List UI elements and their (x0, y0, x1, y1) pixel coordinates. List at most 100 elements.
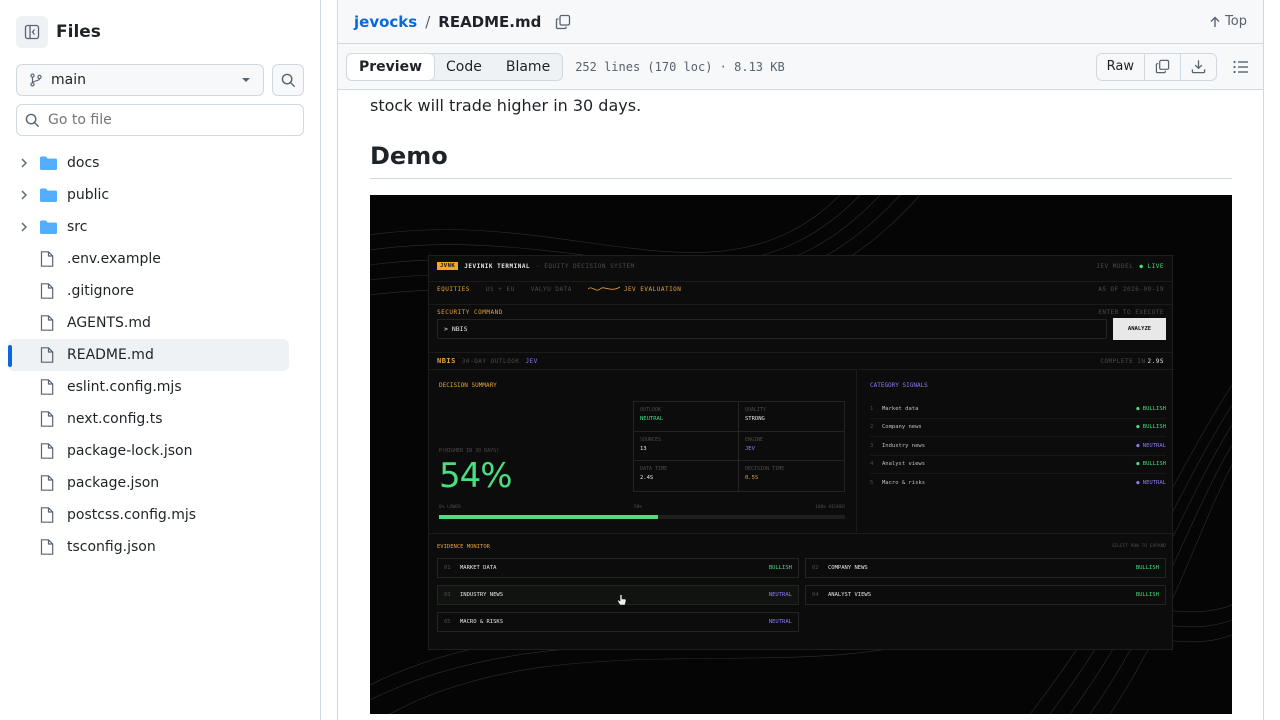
stat-outlook: OUTLOOK NEUTRAL (634, 402, 739, 432)
signal-row[interactable]: 3 Industry news ● NEUTRAL (870, 437, 1166, 456)
tree-item-eslint-config[interactable]: eslint.config.mjs (8, 371, 289, 403)
signal-row[interactable]: 1 Market data ● BULLISH (870, 400, 1166, 419)
tree-item-src[interactable]: src (8, 211, 289, 243)
tree-item-tsconfig[interactable]: tsconfig.json (8, 531, 289, 563)
tree-item-docs[interactable]: docs (8, 147, 289, 179)
tree-item-public[interactable]: public (8, 179, 289, 211)
copy-icon (1155, 59, 1170, 74)
evidence-monitor-panel: EVIDENCE MONITOR SELECT ROW TO EXPAND 01… (429, 533, 1174, 651)
command-input[interactable]: > NBIS (437, 319, 1107, 339)
chevron-right-icon[interactable] (16, 158, 32, 168)
file-viewer: jevocks / README.md Top Preview Code Bla… (337, 0, 1264, 720)
file-icon (40, 507, 58, 523)
collapse-sidebar-button[interactable] (16, 16, 48, 48)
evidence-row[interactable]: 05 MACRO & RISKS NEUTRAL (437, 612, 799, 632)
nav-evaluation[interactable]: JEV EVALUATION (624, 286, 682, 293)
breadcrumb-file: README.md (438, 12, 542, 31)
chevron-right-icon[interactable] (16, 190, 32, 200)
list-unordered-icon (1233, 60, 1248, 73)
brand-subtitle: · EQUITY DECISION SYSTEM (536, 262, 635, 270)
analyze-label: ANALYZE (1127, 326, 1152, 332)
readme-heading-demo: Demo (370, 142, 1232, 179)
signal-wave-icon (587, 286, 620, 291)
stat-label: DECISION TIME (745, 466, 785, 473)
stat-decision-time: DECISION TIME 0.5S (739, 461, 844, 491)
evidence-name: MACRO & RISKS (460, 619, 504, 625)
signal-row[interactable]: 5 Macro & risks ● NEUTRAL (870, 474, 1166, 493)
signal-value: ● BULLISH (1136, 461, 1166, 468)
stat-value: JEV (745, 445, 755, 452)
evidence-row[interactable]: 02 COMPANY NEWS BULLISH (805, 558, 1166, 578)
readme-content: stock will trade higher in 30 days. Demo (370, 90, 1232, 714)
decision-summary-panel: DECISION SUMMARY P(HIGHER IN 30 DAYS) 54… (429, 369, 857, 532)
breadcrumb-repo-link[interactable]: jevocks (354, 13, 417, 31)
stat-value: 2.4S (640, 475, 654, 482)
probability-scale: 0% LOWER 50% 100% HIGHER (439, 505, 845, 510)
copy-raw-button[interactable] (1145, 53, 1181, 80)
tree-item-next-config[interactable]: next.config.ts (8, 403, 289, 435)
stat-label: DATA TIME (640, 466, 668, 473)
signal-row[interactable]: 4 Analyst views ● BULLISH (870, 456, 1166, 474)
evidence-row[interactable]: 01 MARKET DATA BULLISH (437, 558, 799, 578)
probability-bar (439, 515, 845, 519)
branch-label: main (51, 72, 86, 88)
evidence-row[interactable]: 04 ANALYST VIEWS BULLISH (805, 585, 1166, 605)
file-icon (40, 539, 58, 555)
back-to-top-link[interactable]: Top (1209, 14, 1247, 29)
view-mode-switch: Preview Code Blame (346, 52, 564, 81)
complete-value: 2.9S (1147, 357, 1164, 365)
tree-item-gitignore[interactable]: .gitignore (8, 275, 289, 307)
file-actions: Raw (1095, 52, 1255, 81)
tree-item-env-example[interactable]: .env.example (8, 243, 289, 275)
ticker: NBIS (437, 357, 456, 365)
signal-index: 2 (870, 424, 874, 431)
tree-item-agents-md[interactable]: AGENTS.md (8, 307, 289, 339)
tree-item-label: .gitignore (67, 283, 134, 299)
file-tree: docs public src .env.example .gitignore … (8, 147, 289, 563)
raw-button[interactable]: Raw (1097, 53, 1145, 80)
stat-value: NEUTRAL (640, 416, 664, 422)
go-to-file-field[interactable] (16, 104, 304, 136)
branch-selector[interactable]: main (16, 64, 264, 96)
security-command-label: SECURITY COMMAND (437, 309, 503, 316)
outline-button[interactable] (1227, 53, 1255, 81)
nav-markets[interactable]: US + EU (486, 286, 515, 293)
tab-preview[interactable]: Preview (346, 52, 436, 81)
sidebar-title: Files (56, 22, 101, 42)
copy-path-button[interactable] (555, 14, 571, 30)
file-icon (40, 379, 58, 395)
tree-item-package-json[interactable]: package.json (8, 467, 289, 499)
evidence-value: BULLISH (1135, 565, 1159, 571)
signal-row[interactable]: 2 Company news ● BULLISH (870, 419, 1166, 437)
signal-name: Analyst views (882, 461, 926, 468)
analyze-button[interactable]: ANALYZE (1113, 318, 1166, 340)
tree-item-label: public (67, 187, 110, 203)
execute-hint: ENTER TO EXECUTE (1098, 309, 1164, 316)
signal-name: Market data (882, 405, 919, 412)
download-raw-button[interactable] (1181, 54, 1216, 80)
tree-item-readme-md[interactable]: README.md (8, 339, 289, 371)
file-icon (40, 475, 58, 491)
search-icon (25, 113, 40, 127)
scale-high: 100% HIGHER (815, 505, 845, 510)
arrow-up-icon (1210, 16, 1220, 27)
tree-item-label: tsconfig.json (67, 539, 156, 555)
scale-mid: 50% (633, 505, 642, 510)
tree-item-package-lock[interactable]: package-lock.json (8, 435, 289, 467)
tab-code[interactable]: Code (434, 54, 494, 80)
breadcrumb-separator: / (425, 12, 431, 31)
signal-value: ● NEUTRAL (1136, 480, 1166, 487)
demo-screenshot: JVNK JEVINIK TERMINAL · EQUITY DECISION … (370, 195, 1232, 714)
brand-tag: JVNK (437, 262, 459, 270)
tab-blame[interactable]: Blame (494, 54, 562, 80)
search-files-button[interactable] (272, 64, 304, 96)
stat-sources: SOURCES 13 (634, 431, 739, 462)
go-to-file-input[interactable] (48, 112, 288, 128)
nav-data[interactable]: VALYU DATA (531, 286, 572, 293)
model-label: JEV MODEL (1096, 262, 1134, 270)
signal-value: ● BULLISH (1136, 424, 1166, 431)
category-signals-panel: CATEGORY SIGNALS 1 Market data ● BULLISH… (858, 369, 1174, 532)
chevron-right-icon[interactable] (16, 222, 32, 232)
tree-item-postcss-config[interactable]: postcss.config.mjs (8, 499, 289, 531)
nav-equities[interactable]: EQUITIES (437, 286, 470, 293)
